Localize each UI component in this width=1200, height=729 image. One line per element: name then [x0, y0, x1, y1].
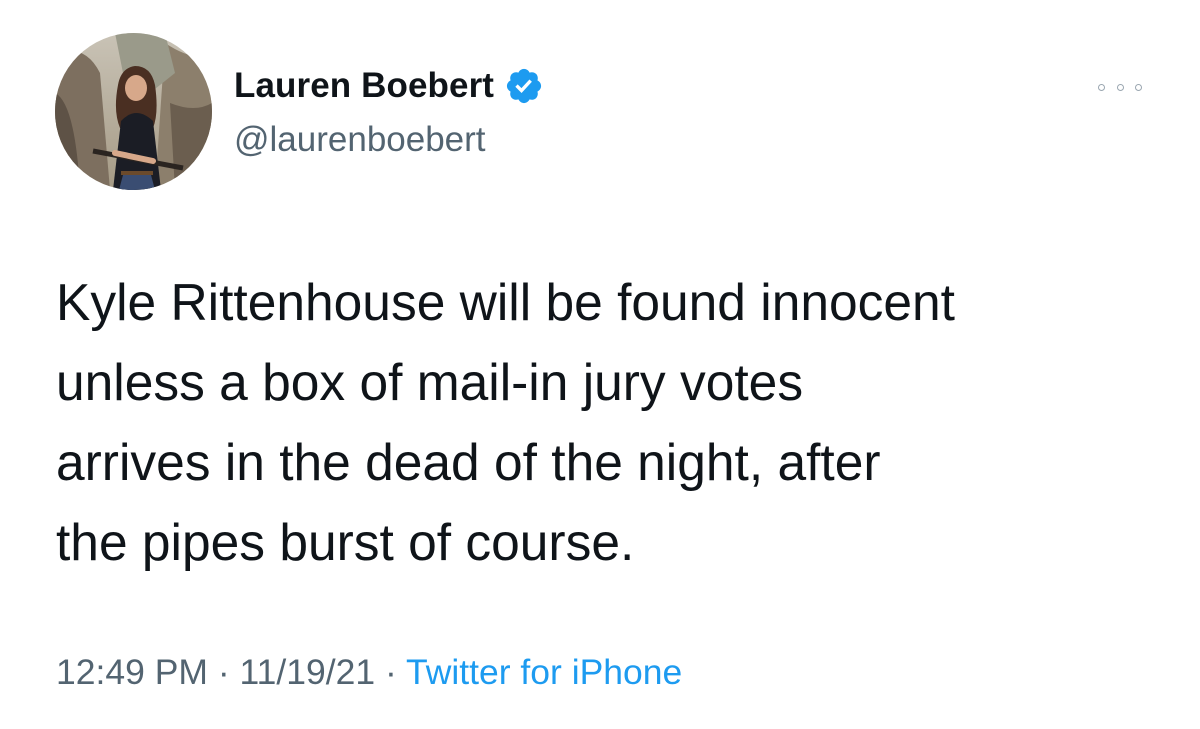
- handle[interactable]: @laurenboebert: [234, 120, 486, 160]
- avatar[interactable]: [55, 33, 212, 190]
- more-options-icon[interactable]: [1098, 78, 1142, 96]
- dot: [1098, 83, 1105, 91]
- separator: ·: [375, 652, 406, 692]
- avatar-photo: [55, 33, 212, 190]
- tweet-time[interactable]: 12:49 PM: [56, 652, 208, 692]
- author-row: Lauren Boebert: [234, 64, 544, 108]
- tweet-metadata: 12:49 PM · 11/19/21 · Twitter for iPhone: [56, 652, 682, 693]
- tweet-card: Lauren Boebert @laurenboebert Kyle Ritte…: [0, 0, 1200, 729]
- tweet-date[interactable]: 11/19/21: [240, 652, 376, 692]
- dot: [1116, 83, 1124, 91]
- separator: ·: [207, 652, 240, 692]
- tweet-text: Kyle Rittenhouse will be found innocent …: [56, 262, 1166, 582]
- dot: [1135, 83, 1142, 91]
- display-name[interactable]: Lauren Boebert: [234, 66, 494, 106]
- tweet-text-line: arrives in the dead of the night, after: [56, 433, 881, 491]
- tweet-text-line: Kyle Rittenhouse will be found innocent: [56, 273, 955, 331]
- verified-badge-icon: [504, 66, 544, 106]
- tweet-source-link[interactable]: Twitter for iPhone: [406, 652, 682, 692]
- tweet-text-line: unless a box of mail-in jury votes: [56, 353, 804, 411]
- tweet-text-line: the pipes burst of course.: [56, 513, 635, 571]
